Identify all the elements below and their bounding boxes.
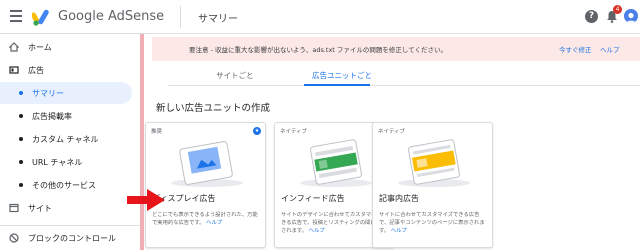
alert-help-link[interactable]: ヘルプ xyxy=(600,44,620,54)
sidebar-item-label: その他のサービス xyxy=(32,180,96,190)
active-tab-indicator xyxy=(304,84,370,86)
bullet-icon xyxy=(19,114,23,118)
page-title: サマリー xyxy=(198,14,238,25)
tab-by-ad-unit[interactable]: 広告ユニットごと xyxy=(312,70,372,81)
native-badge: ネイティブ xyxy=(280,129,308,135)
bullet-icon xyxy=(19,91,23,95)
sidebar-divider xyxy=(0,225,144,226)
card-description: どこにでも表示できるよう設計された、万能で実用的な広告です。 ヘルプ xyxy=(152,211,262,227)
sidebar-item-custom-channels[interactable]: カスタム チャネル xyxy=(0,128,132,150)
home-icon xyxy=(9,42,19,52)
sidebar-item-label: サイト xyxy=(28,203,52,213)
red-arrow-annotation xyxy=(127,189,165,211)
alert-message: 要注意 - 収益に重大な影響が出ないよう、ads.txt ファイルの問題を修正し… xyxy=(189,46,448,54)
brand-name: Google AdSense xyxy=(58,9,165,24)
sidebar-item-ads[interactable]: 広告 xyxy=(0,59,132,81)
help-icon[interactable]: ? xyxy=(585,10,598,23)
card-description: サイトに合わせてカスタマイズできる広告で、記事やコンテンツのページに表示されます… xyxy=(379,211,489,235)
sidebar-item-coverage[interactable]: 広告掲載率 xyxy=(0,105,132,127)
display-ads-illustration xyxy=(171,141,243,187)
sidebar-item-blocking-controls[interactable]: ブロックのコントロール xyxy=(0,227,132,249)
notification-badge: 4 xyxy=(613,5,622,14)
sidebar-item-sites[interactable]: サイト xyxy=(0,197,132,219)
header-divider xyxy=(180,6,181,28)
sidebar-item-label: ホーム xyxy=(28,42,52,52)
sidebar-item-label: ブロックのコントロール xyxy=(28,233,116,243)
section-title: 新しい広告ユニットの作成 xyxy=(156,103,271,114)
in-article-ads-card[interactable]: ネイティブ 記事内広告 サイトに合わせてカスタマイズできる広告で、記事やコンテン… xyxy=(372,122,493,248)
card-title: 記事内広告 xyxy=(379,194,419,203)
display-ads-card[interactable]: 推奨 ★ ディスプレイ広告 どこにでも表示できるよう設計された、万能で実用的な広… xyxy=(145,122,266,248)
sidebar-item-home[interactable]: ホーム xyxy=(0,36,132,58)
tab-bar: サイトごと 広告ユニットごと xyxy=(168,64,640,86)
native-badge: ネイティブ xyxy=(378,129,406,135)
bullet-icon xyxy=(19,137,23,141)
sidebar-item-label: 広告 xyxy=(28,65,44,75)
avatar[interactable] xyxy=(624,9,638,23)
in-article-ads-illustration xyxy=(398,139,470,187)
recommended-badge: 推奨 xyxy=(151,129,163,135)
main-content: 要注意 - 収益に重大な影響が出ないよう、ads.txt ファイルの問題を修正し… xyxy=(144,34,640,250)
tab-by-site[interactable]: サイトごと xyxy=(216,70,254,81)
top-app-bar: Google AdSense サマリー ? 4 xyxy=(0,0,640,34)
sidebar-item-url-channels[interactable]: URL チャネル xyxy=(0,151,132,173)
card-title: インフィード広告 xyxy=(281,194,345,203)
bullet-icon xyxy=(19,160,23,164)
menu-icon[interactable] xyxy=(10,10,22,22)
sidebar-item-summary[interactable]: サマリー xyxy=(0,82,132,104)
in-feed-ads-illustration xyxy=(300,139,372,187)
recommended-icon: ★ xyxy=(253,127,261,135)
adsense-logo[interactable] xyxy=(32,8,52,26)
sidebar-item-label: カスタム チャネル xyxy=(32,134,99,144)
sites-icon xyxy=(9,203,19,213)
card-help-link[interactable]: ヘルプ xyxy=(309,228,325,234)
sidebar: ホーム 広告 サマリー 広告掲載率 カスタム チャネル URL チャネル その他… xyxy=(0,34,144,250)
sidebar-item-label: サマリー xyxy=(32,88,64,98)
sidebar-item-other-services[interactable]: その他のサービス xyxy=(0,174,132,196)
sidebar-item-label: 広告掲載率 xyxy=(32,111,72,121)
ads-txt-alert: 要注意 - 収益に重大な影響が出ないよう、ads.txt ファイルの問題を修正し… xyxy=(152,37,640,61)
sidebar-item-label: URL チャネル xyxy=(32,157,83,167)
card-description-text: サイトのデザインに合わせてカスタマイズできる広告で、投稿とリスティングの間に表示… xyxy=(281,212,387,234)
card-help-link[interactable]: ヘルプ xyxy=(391,228,407,234)
fix-now-link[interactable]: 今すぐ修正 xyxy=(559,44,592,54)
bullet-icon xyxy=(19,183,23,187)
block-icon xyxy=(9,233,19,243)
card-help-link[interactable]: ヘルプ xyxy=(206,220,222,226)
card-description-text: どこにでも表示できるよう設計された、万能で実用的な広告です。 xyxy=(152,212,258,226)
ads-icon xyxy=(9,66,19,74)
